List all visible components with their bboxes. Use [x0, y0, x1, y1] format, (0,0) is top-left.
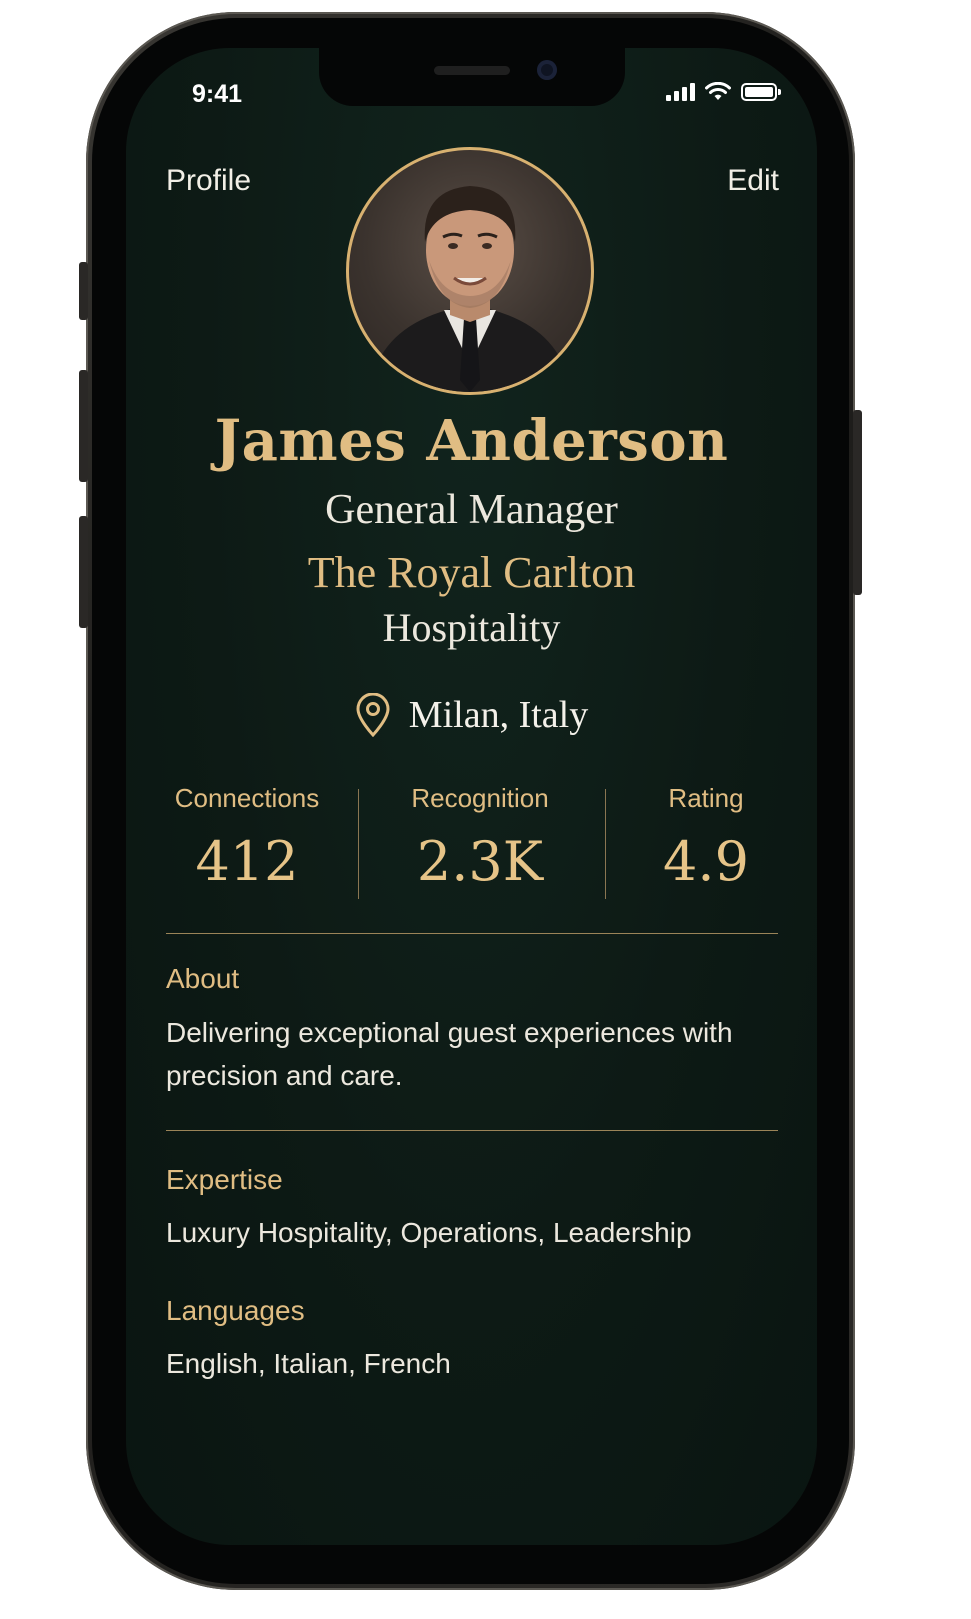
stat-recognition[interactable]: Recognition 2.3K — [396, 783, 564, 893]
stat-value: 4.9 — [663, 830, 749, 893]
volume-up-button — [79, 370, 88, 482]
front-camera — [537, 60, 557, 80]
profile-role: General Manager — [325, 487, 618, 533]
status-icons — [666, 82, 781, 102]
power-button — [853, 410, 862, 595]
status-time: 9:41 — [192, 80, 243, 108]
expertise-text: Luxury Hospitality, Operations, Leadersh… — [166, 1217, 692, 1248]
notch — [319, 48, 625, 106]
divider — [166, 1130, 778, 1131]
page-title: Profile — [166, 164, 252, 197]
speaker-grille — [434, 66, 510, 75]
avatar — [346, 147, 594, 395]
stat-value: 412 — [195, 830, 299, 893]
stat-label: Recognition — [411, 783, 549, 813]
app-screen: 9:41 Profile Edit James Anderson General… — [126, 48, 817, 1545]
profile-industry: Hospitality — [382, 605, 561, 650]
languages-title: Languages — [166, 1295, 305, 1326]
avatar-portrait — [369, 186, 571, 392]
stat-connections[interactable]: Connections 412 — [166, 783, 328, 893]
divider — [166, 933, 778, 934]
profile-name: James Anderson — [214, 408, 729, 474]
stat-divider — [358, 789, 359, 899]
battery-icon — [741, 83, 781, 101]
volume-down-button — [79, 516, 88, 628]
stat-label: Rating — [668, 783, 744, 813]
about-text: Delivering exceptional guest experiences… — [166, 1017, 733, 1091]
stat-value: 2.3K — [416, 830, 544, 893]
stat-divider — [605, 789, 606, 899]
location-pin-icon — [356, 693, 390, 737]
stats-row: Connections 412 Recognition 2.3K Rating … — [166, 783, 778, 903]
location-text: Milan, Italy — [408, 694, 589, 736]
profile-company: The Royal Carlton — [307, 548, 636, 597]
signal-icon — [666, 83, 695, 101]
mute-switch — [79, 262, 88, 320]
stat-rating[interactable]: Rating 4.9 — [656, 783, 756, 893]
profile-location: Milan, Italy — [126, 693, 817, 737]
expertise-title: Expertise — [166, 1164, 283, 1195]
wifi-icon — [705, 82, 731, 100]
languages-text: English, Italian, French — [166, 1348, 451, 1379]
about-title: About — [166, 963, 240, 994]
edit-button[interactable]: Edit — [727, 164, 779, 198]
stat-label: Connections — [174, 783, 320, 813]
